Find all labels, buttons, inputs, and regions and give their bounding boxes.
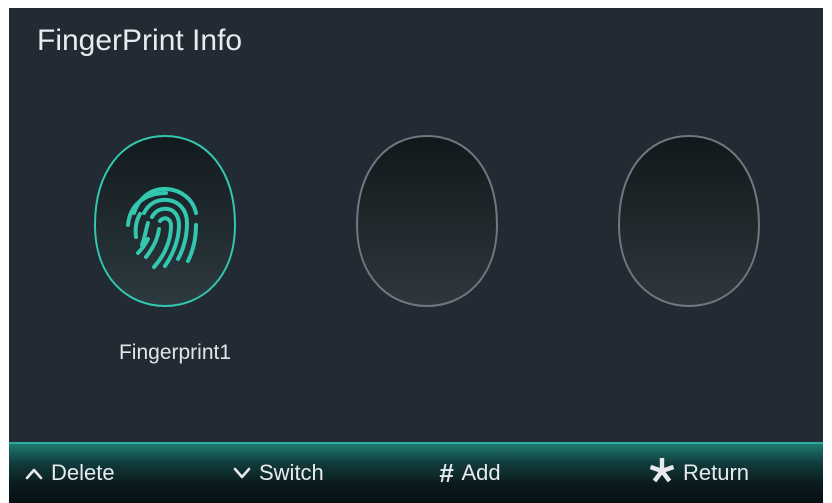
asterisk-icon [649, 457, 675, 489]
add-key-hint[interactable]: # Add [439, 458, 501, 488]
hash-icon: # [439, 458, 454, 488]
fingerprint-slot-1-label: Fingerprint1 [118, 341, 232, 364]
chevron-down-icon [233, 460, 251, 486]
fingerprint-slot-1[interactable] [92, 133, 238, 309]
switch-label: Switch [259, 460, 324, 485]
fingerprint-slot-3[interactable] [616, 133, 762, 309]
footer-divider [9, 442, 823, 444]
add-label: Add [461, 460, 501, 485]
fingerprint-slot-2[interactable] [354, 133, 500, 309]
empty-fingerprint-slot-icon [355, 134, 499, 308]
return-label: Return [683, 460, 750, 485]
empty-fingerprint-slot-icon [617, 134, 761, 308]
delete-label: Delete [51, 460, 115, 485]
chevron-up-icon [25, 460, 43, 486]
delete-key-hint[interactable]: Delete [25, 458, 115, 488]
fingerprint-info-screen: FingerPrint Info Fingerprint1 Delete Swi… [9, 8, 823, 503]
page-title: FingerPrint Info [37, 24, 243, 57]
footer-key-bar: Delete Switch # Add Return [9, 442, 823, 503]
fingerprint-slot-1-frame [93, 134, 237, 308]
return-key-hint[interactable]: Return [649, 458, 749, 488]
switch-key-hint[interactable]: Switch [233, 458, 324, 488]
